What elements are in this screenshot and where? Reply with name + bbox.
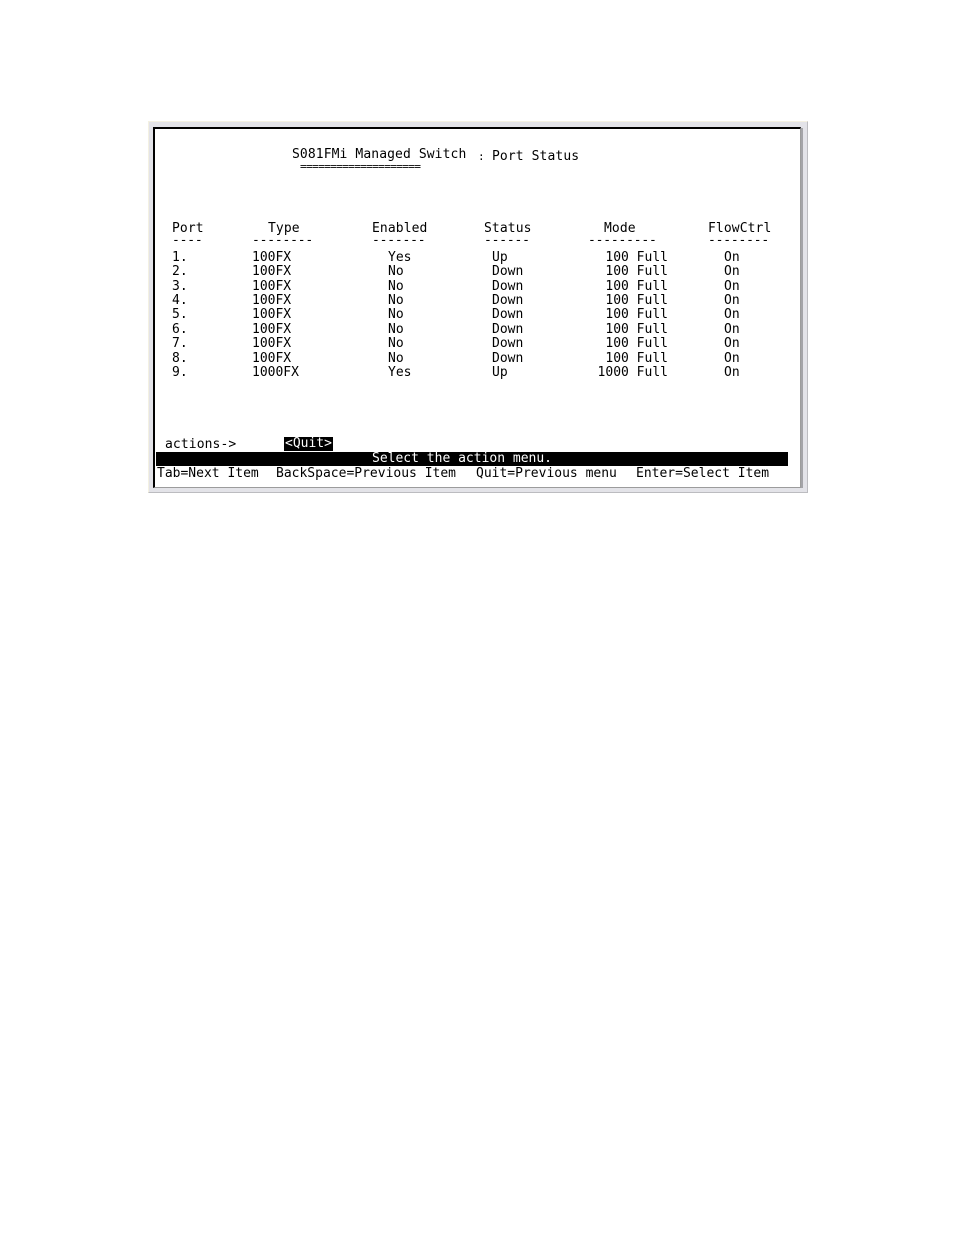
- port-status: Down: [492, 293, 524, 308]
- port-mode: 100 Full: [605, 264, 668, 279]
- title-underline: ====================: [300, 160, 421, 173]
- port-status: Down: [492, 351, 524, 366]
- actions-label: actions->: [165, 437, 237, 452]
- page-title: Port Status: [492, 149, 580, 164]
- port-status: Down: [492, 336, 524, 351]
- port-number: 2.: [172, 264, 188, 279]
- port-mode: 100 Full: [605, 336, 668, 351]
- port-mode: 100 Full: [605, 322, 668, 337]
- port-flowctrl: On: [724, 336, 740, 351]
- port-mode: 1000 Full: [597, 365, 668, 380]
- table-row: 6. 100FX No Down 100 Full On: [0, 323, 954, 337]
- port-number: 4.: [172, 293, 188, 308]
- port-type: 100FX: [252, 336, 292, 351]
- table-row: 4. 100FX No Down 100 Full On: [0, 294, 954, 308]
- port-flowctrl: On: [724, 365, 740, 380]
- table-row: 9. 1000FX Yes Up 1000 Full On: [0, 366, 954, 380]
- port-enabled: No: [388, 351, 404, 366]
- port-type: 100FX: [252, 293, 292, 308]
- help-quit-previous-menu: Quit=Previous menu: [476, 466, 617, 481]
- column-divider-port: ----: [172, 233, 203, 248]
- port-flowctrl: On: [724, 307, 740, 322]
- port-status: Down: [492, 264, 524, 279]
- port-number: 6.: [172, 322, 188, 337]
- help-tab-next-item: Tab=Next Item: [157, 466, 259, 481]
- port-mode: 100 Full: [605, 351, 668, 366]
- help-backspace-previous-item: BackSpace=Previous Item: [276, 466, 457, 481]
- column-divider-type: --------: [252, 233, 314, 248]
- port-mode: 100 Full: [605, 250, 668, 265]
- title-separator: :: [478, 150, 485, 163]
- port-type: 100FX: [252, 279, 292, 294]
- port-type: 100FX: [252, 264, 292, 279]
- port-enabled: No: [388, 293, 404, 308]
- port-mode: 100 Full: [605, 293, 668, 308]
- port-mode: 100 Full: [605, 307, 668, 322]
- help-enter-select-item: Enter=Select Item: [636, 466, 770, 481]
- port-type: 100FX: [252, 307, 292, 322]
- port-enabled: Yes: [388, 365, 412, 380]
- port-enabled: No: [388, 322, 404, 337]
- port-flowctrl: On: [724, 264, 740, 279]
- table-row: 7. 100FX No Down 100 Full On: [0, 337, 954, 351]
- port-type: 1000FX: [252, 365, 299, 380]
- port-enabled: No: [388, 264, 404, 279]
- column-divider-mode: ---------: [588, 233, 657, 248]
- port-number: 1.: [172, 250, 188, 265]
- port-status: Down: [492, 322, 524, 337]
- port-enabled: No: [388, 279, 404, 294]
- port-flowctrl: On: [724, 322, 740, 337]
- port-flowctrl: On: [724, 279, 740, 294]
- port-enabled: No: [388, 307, 404, 322]
- column-divider-enabled: -------: [372, 233, 426, 248]
- port-mode: 100 Full: [605, 279, 668, 294]
- port-status: Down: [492, 307, 524, 322]
- port-number: 3.: [172, 279, 188, 294]
- table-row: 5. 100FX No Down 100 Full On: [0, 308, 954, 322]
- table-row: 3. 100FX No Down 100 Full On: [0, 280, 954, 294]
- quit-button[interactable]: <Quit>: [284, 437, 333, 451]
- port-flowctrl: On: [724, 250, 740, 265]
- port-status: Up: [492, 250, 508, 265]
- port-enabled: No: [388, 336, 404, 351]
- port-type: 100FX: [252, 351, 292, 366]
- port-flowctrl: On: [724, 351, 740, 366]
- table-row: 8. 100FX No Down 100 Full On: [0, 352, 954, 366]
- port-status: Down: [492, 279, 524, 294]
- port-flowctrl: On: [724, 293, 740, 308]
- port-number: 8.: [172, 351, 188, 366]
- port-type: 100FX: [252, 250, 292, 265]
- port-number: 7.: [172, 336, 188, 351]
- port-enabled: Yes: [388, 250, 412, 265]
- table-row: 2. 100FX No Down 100 Full On: [0, 265, 954, 279]
- port-number: 5.: [172, 307, 188, 322]
- status-message: Select the action menu.: [372, 451, 553, 466]
- column-divider-flowctrl: --------: [708, 233, 770, 248]
- column-divider-status: ------: [484, 233, 530, 248]
- port-status: Up: [492, 365, 508, 380]
- port-type: 100FX: [252, 322, 292, 337]
- port-number: 9.: [172, 365, 188, 380]
- table-row: 1. 100FX Yes Up 100 Full On: [0, 251, 954, 265]
